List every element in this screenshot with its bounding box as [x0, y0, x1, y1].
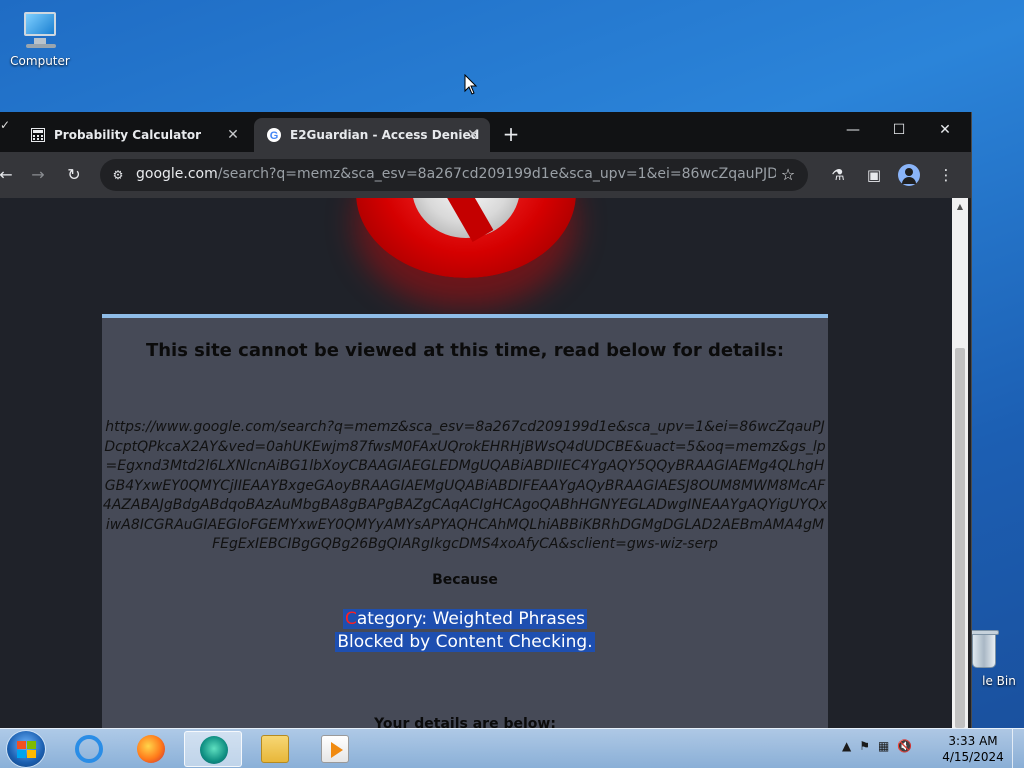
- reload-button[interactable]: ↻: [62, 163, 86, 187]
- taskbar-firefox[interactable]: [122, 731, 180, 767]
- windows-logo-icon: [17, 741, 37, 759]
- tab-access-denied[interactable]: G E2Guardian - Access Denied ✕: [254, 118, 490, 152]
- labs-flask-icon[interactable]: ⚗: [826, 163, 850, 187]
- vertical-scrollbar[interactable]: ▲: [952, 198, 968, 728]
- tab-title: Probability Calculator: [54, 128, 202, 142]
- network-icon[interactable]: ▦: [878, 739, 889, 759]
- firefox-icon: [137, 735, 165, 763]
- taskbar-internet-explorer[interactable]: [60, 731, 118, 767]
- system-clock[interactable]: 3:33 AM 4/15/2024: [938, 733, 1008, 765]
- svg-text:G: G: [270, 130, 279, 142]
- close-tab-icon[interactable]: ✕: [464, 126, 482, 144]
- google-icon: G: [266, 127, 282, 143]
- tab-title: E2Guardian - Access Denied: [290, 128, 480, 142]
- because-label: Because: [432, 572, 498, 588]
- side-panel-icon[interactable]: ▣: [862, 163, 886, 187]
- scrollbar-thumb[interactable]: [955, 348, 965, 728]
- close-tab-icon[interactable]: ✕: [224, 126, 242, 144]
- desktop-icon-label: Computer: [10, 54, 70, 68]
- menu-kebab-icon[interactable]: ⋮: [934, 163, 958, 187]
- calculator-icon: [30, 127, 46, 143]
- internet-explorer-icon: [75, 735, 103, 763]
- page-viewport: This site cannot be viewed at this time,…: [0, 198, 952, 728]
- minimize-button[interactable]: —: [830, 112, 876, 148]
- address-text[interactable]: google.com/search?q=memz&sca_esv=8a267cd…: [136, 166, 776, 184]
- blocked-stop-logo: [356, 198, 576, 278]
- address-bar[interactable]: ⚙ google.com/search?q=memz&sca_esv=8a267…: [100, 159, 808, 191]
- block-reason: Category: Weighted Phrases Blocked by Co…: [330, 608, 600, 654]
- address-path: /search?q=memz&sca_esv=8a267cd209199d1e&…: [217, 166, 776, 182]
- taskbar-file-explorer[interactable]: [246, 731, 304, 767]
- browser-toolbar: ← → ↻ ⚙ google.com/search?q=memz&sca_esv…: [0, 152, 971, 198]
- close-window-button[interactable]: ✕: [922, 112, 968, 148]
- folder-icon: [261, 735, 289, 763]
- show-desktop-button[interactable]: [1012, 729, 1024, 768]
- new-tab-button[interactable]: +: [500, 124, 522, 146]
- media-player-icon: [321, 735, 349, 763]
- access-denied-card: This site cannot be viewed at this time,…: [102, 314, 828, 728]
- taskbar: ▲ ⚑ ▦ 🔇 3:33 AM 4/15/2024: [0, 728, 1024, 768]
- address-host: google.com: [136, 166, 218, 182]
- back-button[interactable]: ←: [0, 163, 18, 187]
- tray-expand-icon[interactable]: ▲: [842, 739, 851, 759]
- browser-window: ✓ Probability Calculator ✕ G E2Guardian …: [0, 112, 972, 728]
- taskbar-edge[interactable]: [184, 731, 242, 767]
- bookmark-star-icon[interactable]: ☆: [778, 165, 798, 185]
- details-label: Your details are below:: [374, 716, 556, 728]
- action-center-flag-icon[interactable]: ⚑: [859, 739, 870, 759]
- start-button[interactable]: [6, 730, 46, 768]
- forward-button[interactable]: →: [26, 163, 50, 187]
- edge-icon: [200, 736, 228, 764]
- page-title: This site cannot be viewed at this time,…: [145, 340, 785, 361]
- maximize-button[interactable]: ☐: [876, 112, 922, 148]
- reason-first-letter: C: [344, 609, 357, 629]
- tab-strip: ✓ Probability Calculator ✕ G E2Guardian …: [0, 112, 971, 152]
- tab-probability-calculator[interactable]: Probability Calculator ✕: [18, 118, 250, 152]
- tab-search-icon[interactable]: ✓: [0, 118, 14, 152]
- clock-time: 3:33 AM: [948, 734, 998, 748]
- desktop-icon-computer[interactable]: Computer: [0, 10, 80, 68]
- computer-icon: [18, 10, 62, 50]
- reason-line-2: Blocked by Content Checking.: [335, 632, 595, 652]
- taskbar-media-player[interactable]: [306, 731, 364, 767]
- reason-line-1: ategory: Weighted Phrases: [356, 609, 586, 629]
- site-settings-icon[interactable]: ⚙: [108, 165, 128, 185]
- system-tray: ▲ ⚑ ▦ 🔇: [842, 739, 912, 759]
- clock-date: 4/15/2024: [942, 750, 1004, 764]
- profile-avatar-icon[interactable]: [898, 164, 920, 186]
- blocked-url: https://www.google.com/search?q=memz&sca…: [102, 419, 828, 552]
- scroll-up-arrow-icon[interactable]: ▲: [952, 200, 968, 214]
- volume-muted-icon[interactable]: 🔇: [897, 739, 912, 759]
